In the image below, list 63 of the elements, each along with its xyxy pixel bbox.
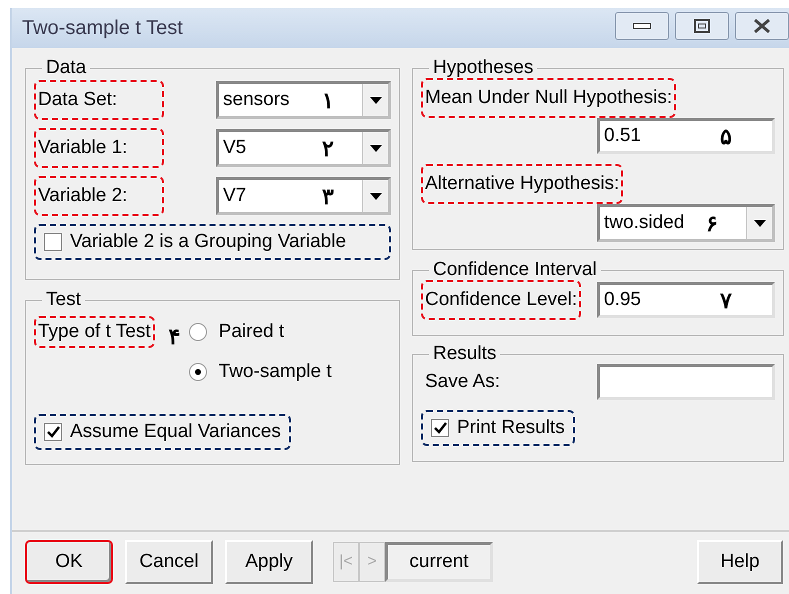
window-title: Two-sample t Test <box>22 16 184 41</box>
current-field: current <box>385 542 493 582</box>
checkbox[interactable] <box>44 233 62 251</box>
field-label: Variable 2: <box>34 176 164 216</box>
checkbox-option[interactable]: Print Results <box>421 410 575 446</box>
group-title: Test <box>45 290 82 310</box>
field-label: Data Set: <box>34 80 164 120</box>
dropdown-button[interactable] <box>362 132 388 164</box>
number-marker: ۶ <box>706 210 718 238</box>
field-value: V5 <box>222 136 248 160</box>
field-label: Variable 1: <box>34 128 164 168</box>
dropdown-button[interactable] <box>362 84 388 116</box>
radio-button[interactable] <box>188 323 207 341</box>
number-marker: ۲ <box>322 134 334 162</box>
caret-icon <box>370 192 382 200</box>
radio-label: Paired t <box>218 320 284 344</box>
caret-icon <box>370 96 382 104</box>
minimize-icon <box>633 23 651 29</box>
group-title: Hypotheses <box>432 58 534 78</box>
group-title: Results <box>432 344 498 364</box>
dialog-button[interactable]: Help <box>697 540 783 584</box>
checkmark-icon <box>46 426 60 438</box>
checkbox-option[interactable]: Assume Equal Variances <box>34 414 291 450</box>
dropdown-button[interactable] <box>746 207 772 239</box>
caret-icon <box>754 220 766 226</box>
group-title: Data <box>45 58 88 78</box>
radio-button[interactable] <box>188 363 207 381</box>
caret-icon <box>370 144 382 152</box>
dialog-button[interactable]: OK <box>25 540 113 584</box>
field-value: 0.51 <box>603 124 642 148</box>
number-marker: ۴ <box>168 323 181 351</box>
checkbox-label: Print Results <box>457 416 565 440</box>
maximize-button[interactable] <box>675 12 729 40</box>
radio-option[interactable]: Paired t <box>188 318 332 346</box>
close-icon <box>753 19 771 33</box>
field-label: Confidence Level: <box>421 280 582 320</box>
dialog-button[interactable]: Cancel <box>125 540 213 584</box>
dropdown-button[interactable] <box>362 180 388 212</box>
field-value: sensors <box>222 88 291 112</box>
field-label: Alternative Hypothesis: <box>421 164 624 204</box>
dialog-button[interactable]: Apply <box>225 540 313 584</box>
checkbox[interactable] <box>44 423 62 441</box>
radio-label: Two-sample t <box>218 360 332 384</box>
checkbox-label: Variable 2 is a Grouping Variable <box>70 230 346 254</box>
number-marker: ۵ <box>720 122 732 150</box>
checkbox-option[interactable]: Variable 2 is a Grouping Variable <box>34 224 391 260</box>
minimize-button[interactable] <box>615 12 669 40</box>
checkbox-label: Assume Equal Variances <box>70 420 281 444</box>
restore-icon <box>694 19 710 33</box>
radio-option[interactable]: Two-sample t <box>188 358 332 386</box>
checkbox[interactable] <box>431 419 449 437</box>
field-label: Save As: <box>424 370 501 394</box>
field-label: Type of t Test <box>34 316 155 348</box>
number-marker: ۷ <box>720 286 732 314</box>
field-value: V7 <box>222 184 248 208</box>
number-marker: ۳ <box>322 182 334 210</box>
text-field[interactable] <box>597 364 775 400</box>
close-button[interactable] <box>735 12 789 40</box>
group-title: Confidence Interval <box>432 260 598 280</box>
field-value: two.sided <box>603 210 686 235</box>
number-marker: ۱ <box>322 86 334 114</box>
field-value: 0.95 <box>603 288 642 312</box>
checkmark-icon <box>434 422 446 434</box>
